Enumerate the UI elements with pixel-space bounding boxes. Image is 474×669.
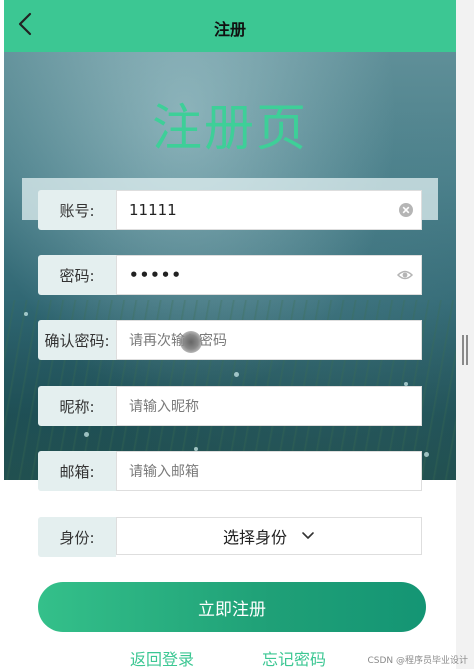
- register-button[interactable]: 立即注册: [38, 582, 426, 632]
- email-label: 邮箱:: [38, 451, 116, 491]
- identity-label: 身份:: [38, 517, 116, 557]
- header-title: 注册: [213, 20, 246, 39]
- mouse-cursor: [180, 331, 202, 353]
- confirm-password-input[interactable]: [116, 320, 422, 360]
- password-row: 密码:: [38, 255, 422, 295]
- password-label: 密码:: [38, 255, 116, 295]
- phone-frame: 注册 注册页 账号: 密码: 确认密码:: [4, 0, 456, 669]
- identity-row: 身份: 选择身份: [38, 517, 422, 557]
- confirm-password-row: 确认密码:: [38, 320, 422, 360]
- bokeh-dot: [84, 432, 89, 437]
- password-input[interactable]: [116, 255, 422, 295]
- account-input[interactable]: [116, 190, 422, 230]
- watermark: CSDN @程序员毕业设计: [367, 656, 468, 666]
- nickname-label: 昵称:: [38, 386, 116, 426]
- bokeh-dot: [234, 372, 239, 377]
- clear-icon[interactable]: [398, 202, 414, 218]
- email-row: 邮箱:: [38, 451, 422, 491]
- nickname-row: 昵称:: [38, 386, 422, 426]
- account-row: 账号:: [38, 190, 422, 230]
- forgot-password-link[interactable]: 忘记密码: [262, 646, 326, 669]
- nickname-input[interactable]: [116, 386, 422, 426]
- email-input[interactable]: [116, 451, 422, 491]
- app-header: 注册: [4, 0, 456, 52]
- bokeh-dot: [24, 312, 28, 316]
- page-title: 注册页: [152, 99, 308, 157]
- bokeh-dot: [424, 452, 429, 457]
- identity-select[interactable]: 选择身份: [116, 517, 422, 555]
- confirm-password-label: 确认密码:: [38, 320, 116, 360]
- account-label: 账号:: [38, 190, 116, 230]
- eye-icon[interactable]: [396, 267, 414, 283]
- identity-selected-value: 选择身份: [222, 528, 287, 547]
- chevron-down-icon: [302, 532, 314, 539]
- back-to-login-link[interactable]: 返回登录: [130, 646, 194, 669]
- scrollbar-grip[interactable]: [462, 335, 468, 365]
